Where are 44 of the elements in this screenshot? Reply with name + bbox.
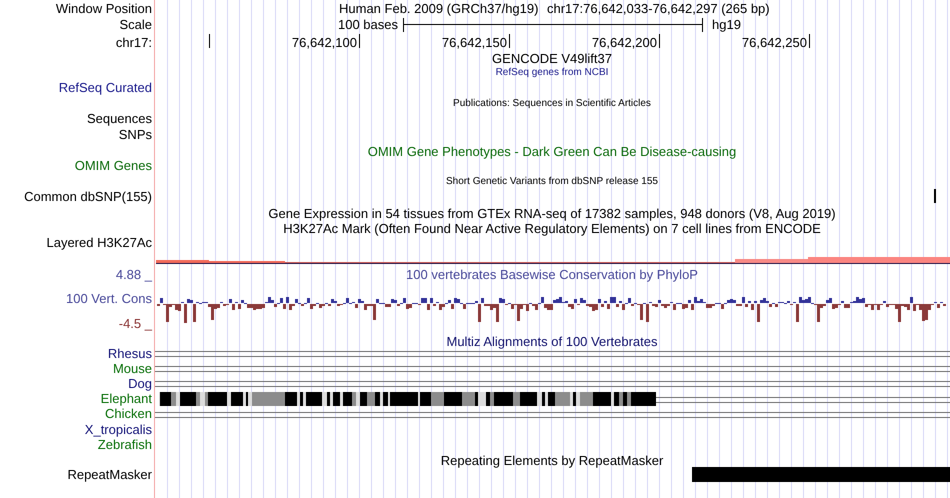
row-label: chr17: — [116, 34, 152, 50]
position-tick — [659, 34, 660, 48]
position-tick — [359, 34, 360, 48]
snp-mark — [934, 189, 936, 203]
species-label: Mouse — [112, 360, 152, 376]
track-label: RefSeq Curated — [58, 80, 152, 94]
axis-label: 4.88 _ — [116, 266, 152, 282]
track-label: OMIM Genes — [74, 158, 152, 172]
species-label: Zebrafish — [98, 436, 152, 452]
track-title: Publications: Sequences in Scientific Articles — [453, 98, 651, 110]
track-title: Gene Expression in 54 tissues from GTEx RNA-seq of 17382 samples, 948 donors (V8, Aug 2019) — [268, 206, 836, 220]
assembly-label: hg19 — [712, 16, 741, 32]
row-label: Window Position — [56, 0, 152, 16]
position-label: 76,642,150 — [442, 34, 507, 50]
track-label: Sequences — [86, 110, 152, 126]
track-title: Multiz Alignments of 100 Vertebrates — [446, 334, 658, 348]
track-title: Short Genetic Variants from dbSNP release 155 — [446, 176, 658, 188]
species-label: Rhesus — [108, 346, 152, 360]
position-label: 76,642,200 — [592, 34, 657, 50]
track-label: Layered H3K27Ac — [46, 234, 152, 250]
species-label: X_tropicalis — [84, 422, 152, 436]
species-label: Chicken — [105, 406, 152, 422]
position-title: chr17:76,642,033-76,642,297 (265 bp) — [547, 0, 770, 16]
row-label: Scale — [119, 16, 152, 32]
track-label: SNPs — [118, 126, 152, 142]
position-tick — [509, 34, 510, 48]
position-tick — [809, 34, 810, 48]
assembly-title: Human Feb. 2009 (GRCh37/hg19) — [339, 0, 538, 16]
scale-text: 100 bases — [338, 16, 398, 32]
position-label: 76,642,100 — [292, 34, 357, 50]
track-label: RepeatMasker — [67, 466, 152, 482]
track-title: GENCODE V49lift37 — [492, 50, 612, 66]
track-title: 100 vertebrates Basewise Conservation by PhyloP — [406, 266, 698, 282]
species-label: Elephant — [100, 391, 152, 406]
species-label: Dog — [128, 376, 152, 391]
position-tick — [209, 34, 210, 48]
track-title: RefSeq genes from NCBI — [496, 67, 608, 79]
track-title: H3K27Ac Mark (Often Found Near Active Regulatory Elements) on 7 cell lines from ENCODE — [283, 220, 821, 236]
track-label: 100 Vert. Cons — [66, 290, 152, 306]
track-label: Common dbSNP(155) — [24, 188, 152, 204]
track-title: Repeating Elements by RepeatMasker — [440, 452, 664, 468]
axis-label: -4.5 _ — [118, 316, 152, 330]
position-label: 76,642,250 — [742, 34, 807, 50]
track-title: OMIM Gene Phenotypes - Dark Green Can Be Disease-causing — [368, 144, 736, 158]
